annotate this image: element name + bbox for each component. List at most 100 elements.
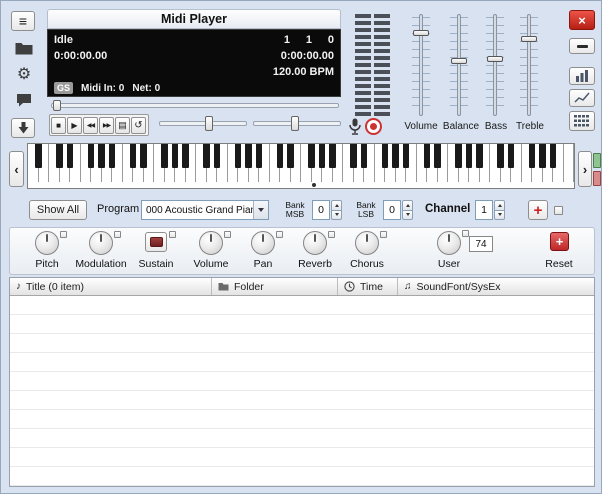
balance-fader[interactable] [447,14,471,116]
piano-black-key[interactable] [350,144,356,168]
channel-down-button[interactable] [494,210,505,221]
bank-lsb-up-button[interactable] [402,200,413,211]
graph-button[interactable] [569,89,595,107]
next-button[interactable]: ▶▶ [99,117,114,134]
piano-black-key[interactable] [550,144,556,168]
octave-up-button[interactable] [593,153,601,168]
column-time[interactable]: Time [338,278,398,295]
piano-black-key[interactable] [476,144,482,168]
piano-black-key[interactable] [361,144,367,168]
show-all-button[interactable]: Show All [29,200,87,220]
add-channel-button[interactable]: + [528,200,548,220]
reverb-knob[interactable] [303,231,327,255]
piano-black-key[interactable] [424,144,430,168]
bass-fader-handle[interactable] [487,56,503,62]
piano-black-key[interactable] [529,144,535,168]
column-folder[interactable]: Folder [212,278,338,295]
previous-button[interactable]: ◀◀ [83,117,98,134]
chorus-knob[interactable] [355,231,379,255]
bass-fader[interactable] [483,14,507,116]
volume-fader-handle[interactable] [413,30,429,36]
treble-fader-handle[interactable] [521,36,537,42]
horizontal-slider-2-handle[interactable] [291,116,299,131]
piano-black-key[interactable] [319,144,325,168]
pan-toggle-button[interactable] [276,231,283,238]
volume-toggle-button[interactable] [224,231,231,238]
piano-black-key[interactable] [245,144,251,168]
bank-msb-up-button[interactable] [331,200,342,211]
piano-black-key[interactable] [182,144,188,168]
position-slider[interactable] [51,100,339,111]
minimize-button[interactable] [569,38,595,54]
octave-down-button[interactable] [593,171,601,186]
piano-black-key[interactable] [508,144,514,168]
piano-black-key[interactable] [392,144,398,168]
menu-button[interactable]: ≡ [11,11,35,31]
piano-black-key[interactable] [235,144,241,168]
download-button[interactable] [11,118,35,138]
horizontal-slider-1-handle[interactable] [205,116,213,131]
bank-lsb-spinner[interactable]: 0 [383,200,413,220]
piano-scroll-right-button[interactable]: › [578,151,592,187]
sustain-button[interactable] [145,232,167,252]
mic-button[interactable] [347,116,362,136]
loop-button[interactable]: ↺ [131,117,146,134]
messages-button[interactable] [13,91,35,109]
modulation-toggle-button[interactable] [114,231,121,238]
pan-knob[interactable] [251,231,275,255]
bank-msb-spinner[interactable]: 0 [312,200,342,220]
piano-black-key[interactable] [140,144,146,168]
piano-black-key[interactable] [35,144,41,168]
piano-white-key[interactable] [564,144,575,182]
close-button[interactable]: × [569,10,595,30]
piano-black-key[interactable] [382,144,388,168]
piano-black-key[interactable] [67,144,73,168]
piano-black-key[interactable] [466,144,472,168]
horizontal-slider-1[interactable] [159,116,247,131]
piano-black-key[interactable] [172,144,178,168]
channel-up-button[interactable] [494,200,505,211]
sustain-toggle-button[interactable] [169,231,176,238]
volume-fader[interactable] [409,14,433,116]
piano-black-key[interactable] [161,144,167,168]
bank-msb-down-button[interactable] [331,210,342,221]
settings-button[interactable]: ⚙ [13,63,35,84]
piano-black-key[interactable] [497,144,503,168]
chorus-toggle-button[interactable] [380,231,387,238]
user-knob[interactable] [437,231,461,255]
modulation-knob[interactable] [89,231,113,255]
piano-black-key[interactable] [88,144,94,168]
column-soundfont[interactable]: ♫ SoundFont/SysEx [398,278,594,295]
pitch-knob[interactable] [35,231,59,255]
pitch-toggle-button[interactable] [60,231,67,238]
balance-fader-handle[interactable] [451,58,467,64]
piano-black-key[interactable] [256,144,262,168]
record-button[interactable] [365,118,382,135]
piano-scroll-left-button[interactable]: ‹ [9,151,24,187]
small-toggle-button[interactable] [554,206,563,215]
matrix-button[interactable] [569,111,595,131]
piano-black-key[interactable] [434,144,440,168]
piano-black-key[interactable] [109,144,115,168]
treble-fader[interactable] [517,14,541,116]
position-slider-handle[interactable] [53,100,61,111]
piano-black-key[interactable] [56,144,62,168]
stop-button[interactable]: ■ [51,117,66,134]
program-select[interactable]: 000 Acoustic Grand Piano [141,200,269,220]
open-folder-button[interactable] [13,39,35,57]
channel-spinner[interactable]: 1 [475,200,505,220]
piano-black-key[interactable] [277,144,283,168]
piano-black-key[interactable] [214,144,220,168]
user-toggle-button[interactable] [462,230,469,237]
output-button[interactable]: ▤ [115,117,130,134]
piano-black-key[interactable] [308,144,314,168]
piano-black-key[interactable] [329,144,335,168]
stats-button[interactable] [569,67,595,85]
play-button[interactable]: ▶ [67,117,82,134]
reverb-toggle-button[interactable] [328,231,335,238]
horizontal-slider-2[interactable] [253,116,341,131]
bank-lsb-down-button[interactable] [402,210,413,221]
piano-black-key[interactable] [203,144,209,168]
volume-knob[interactable] [199,231,223,255]
piano-black-key[interactable] [455,144,461,168]
